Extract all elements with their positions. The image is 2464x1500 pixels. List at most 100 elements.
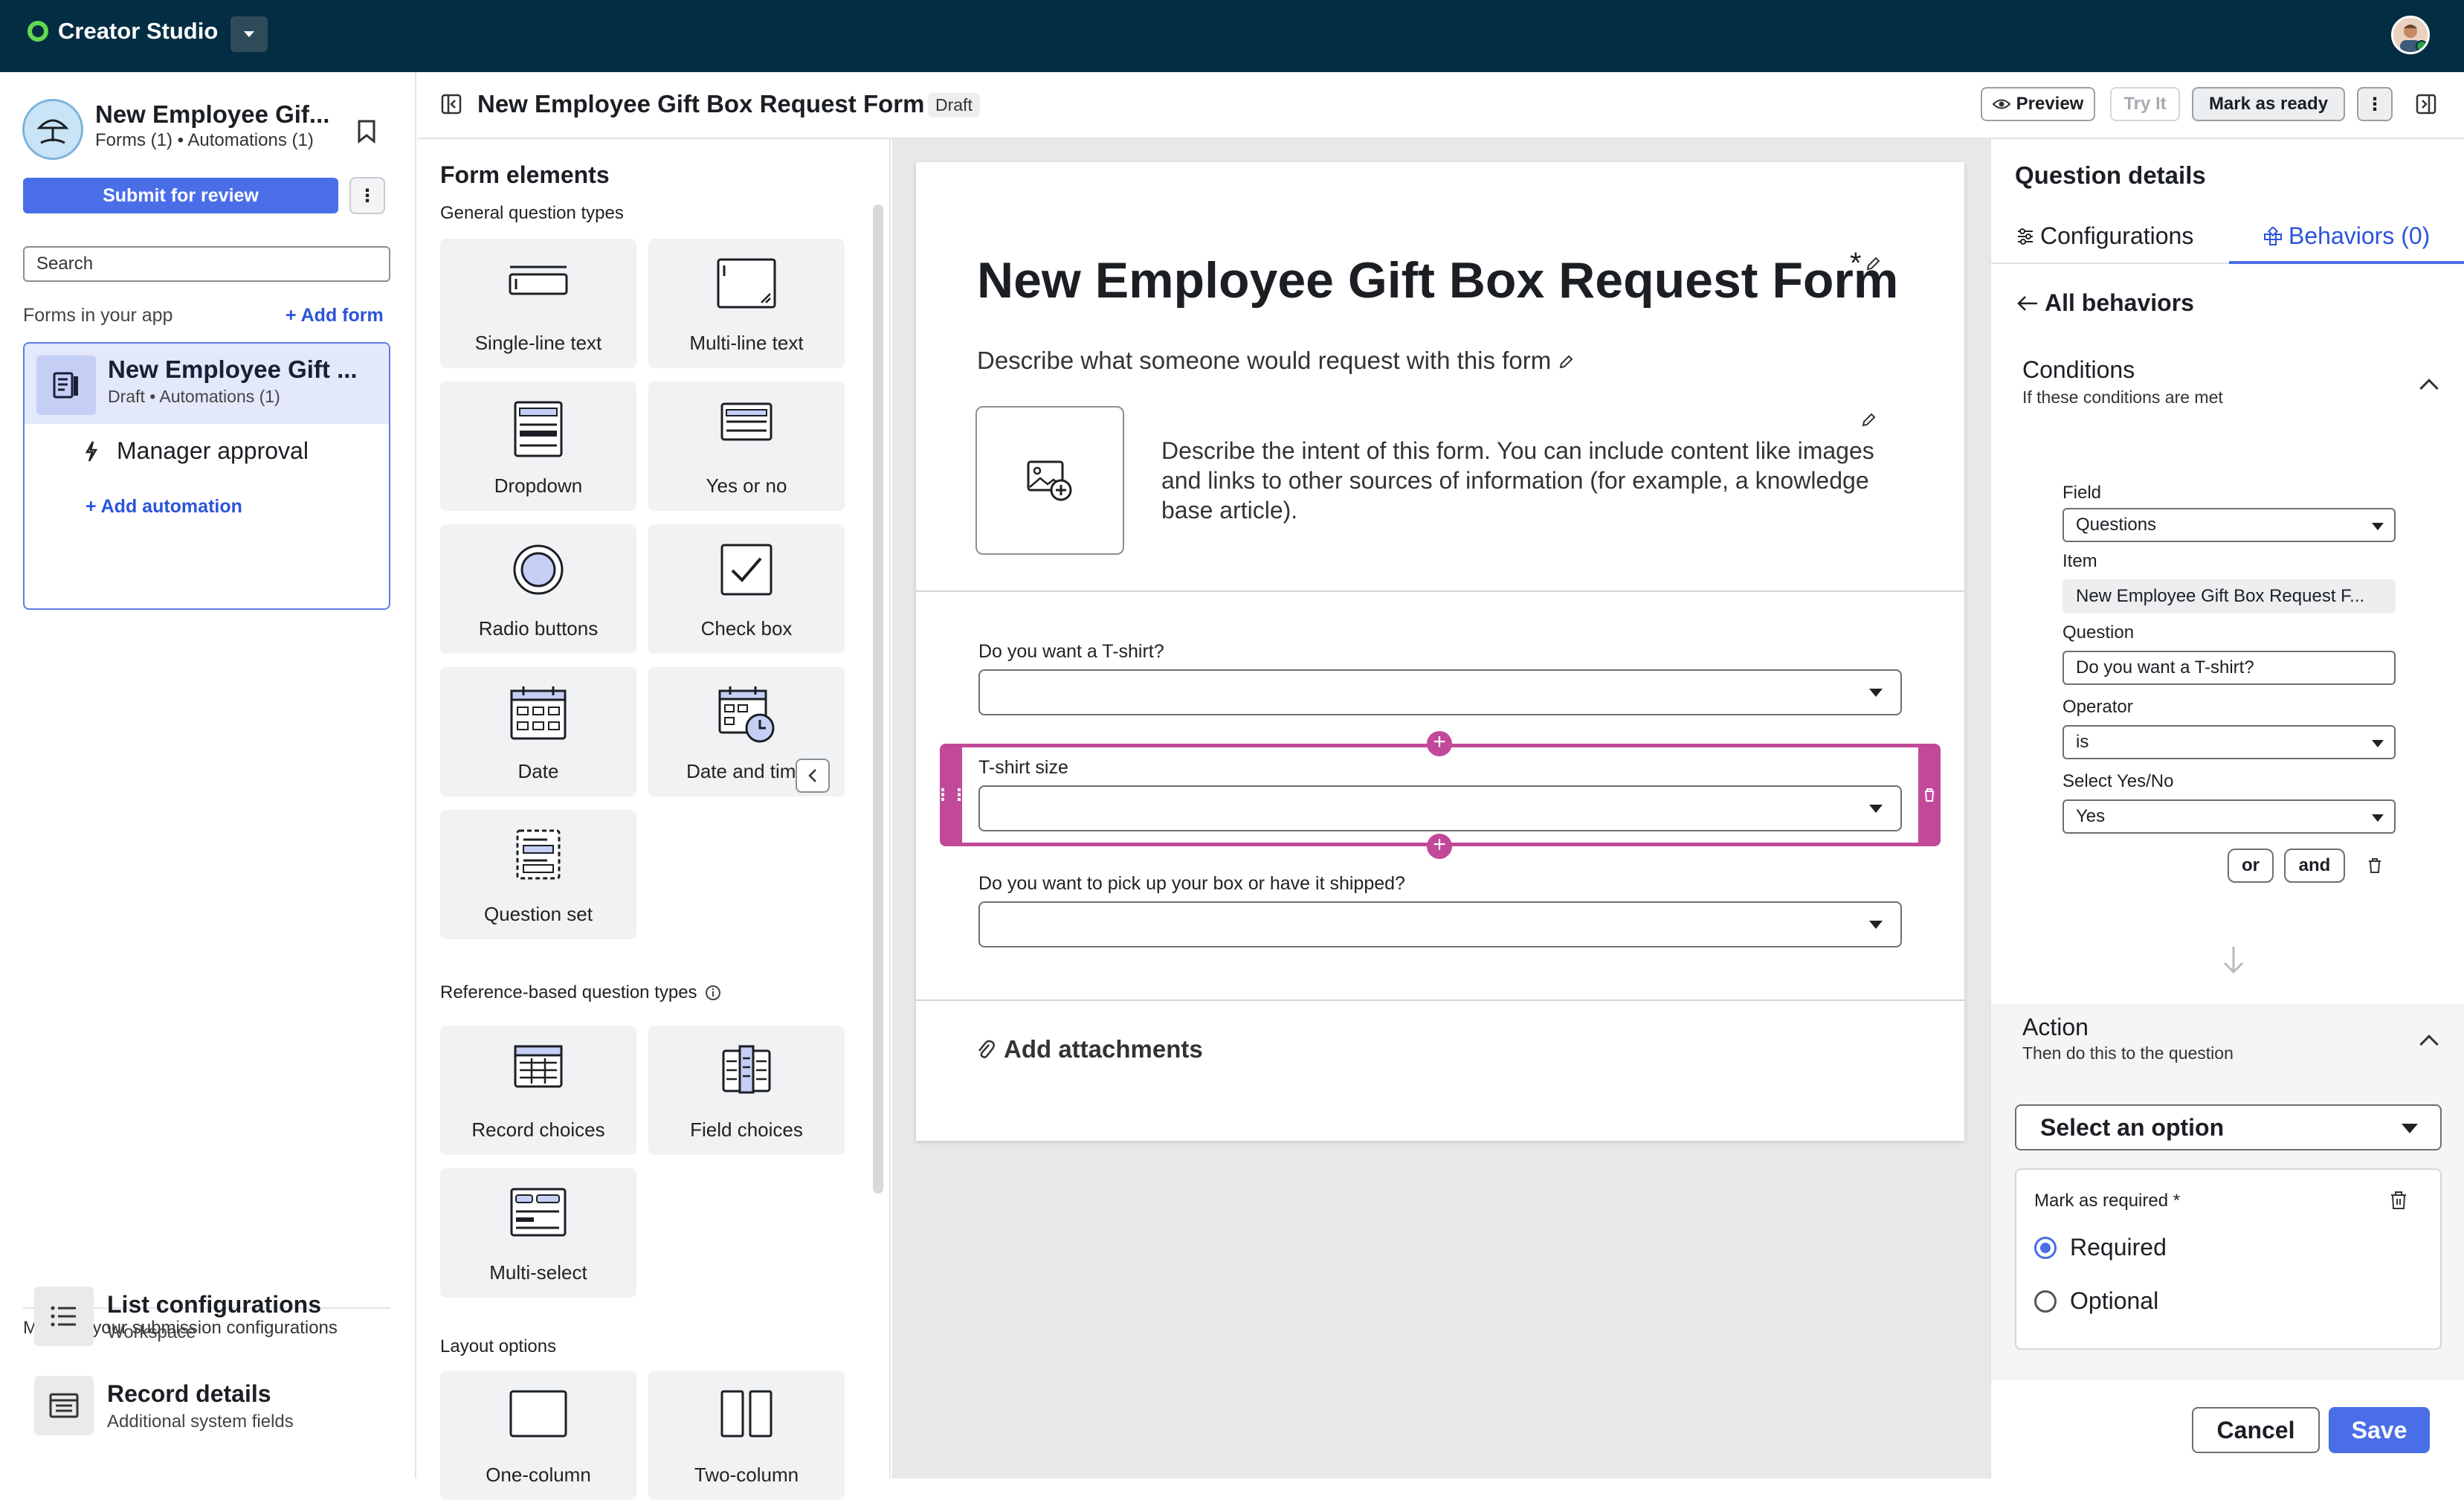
behaviors-icon <box>2264 226 2282 245</box>
chevron-down-icon <box>244 31 254 37</box>
tile-check-box[interactable]: Check box <box>648 524 845 654</box>
question-field[interactable]: Do you want a T-shirt? <box>2063 651 2396 685</box>
toggle-right-panel-icon[interactable] <box>2415 93 2437 115</box>
yes-no-select[interactable]: Yes <box>2063 799 2396 834</box>
tab-behaviors[interactable]: Behaviors (0) <box>2263 222 2430 250</box>
tile-label: Multi-select <box>489 1261 587 1284</box>
question-dropdown[interactable] <box>978 669 1902 715</box>
action-title: Action <box>2022 1014 2089 1040</box>
status-badge: Draft <box>928 93 980 118</box>
radio-button-icon <box>513 544 564 595</box>
check-box-icon <box>720 544 773 596</box>
more-options-button[interactable]: ⋮ <box>349 177 385 214</box>
tile-radio-buttons[interactable]: Radio buttons <box>440 524 636 654</box>
tile-yes-or-no[interactable]: Yes or no <box>648 382 845 511</box>
tab-configurations[interactable]: Configurations <box>2016 222 2193 250</box>
header-more-button[interactable]: ⋮ <box>2357 87 2393 121</box>
and-button[interactable]: and <box>2284 849 2345 883</box>
yes-no-value: Yes <box>2076 806 2106 826</box>
try-it-button[interactable]: Try It <box>2110 87 2180 121</box>
pencil-icon[interactable] <box>1558 354 1574 370</box>
elements-scrollbar[interactable] <box>873 205 883 1194</box>
automation-item[interactable]: Manager approval <box>84 437 309 465</box>
field-choices-icon <box>722 1045 771 1094</box>
mark-as-ready-button[interactable]: Mark as ready <box>2192 87 2345 121</box>
search-input[interactable]: Search <box>23 246 390 282</box>
question-dropdown[interactable] <box>978 901 1902 947</box>
info-icon[interactable] <box>705 985 721 1001</box>
tile-date[interactable]: Date <box>440 667 636 796</box>
yes-no-label: Select Yes/No <box>2063 771 2174 791</box>
tile-one-column[interactable]: One-column <box>440 1371 636 1500</box>
question-label: Do you want to pick up your box or have … <box>978 873 1405 894</box>
all-behaviors-link[interactable]: All behaviors <box>2016 289 2194 317</box>
tile-question-set[interactable]: Question set <box>440 810 636 939</box>
submit-for-review-button[interactable]: Submit for review <box>23 178 338 213</box>
eye-icon <box>1992 99 2010 109</box>
field-label: Field <box>2063 483 2102 503</box>
required-radio-option[interactable]: Required <box>2034 1234 2167 1261</box>
radio-unselected[interactable] <box>2034 1290 2057 1313</box>
add-attachments-label: Add attachments <box>1004 1035 1203 1063</box>
bookmark-icon[interactable] <box>357 120 376 144</box>
tile-label: One-column <box>486 1464 591 1486</box>
tile-label: Record choices <box>471 1118 605 1141</box>
collapse-conditions-icon[interactable] <box>2419 379 2439 398</box>
list-configurations-item[interactable]: List configurations Workspace <box>34 1287 391 1353</box>
tile-multi-select[interactable]: Multi-select <box>440 1168 636 1298</box>
add-image-icon <box>1027 460 1072 501</box>
add-attachments-button[interactable]: Add attachments <box>975 1035 1203 1063</box>
preview-button[interactable]: Preview <box>1981 87 2095 121</box>
action-select[interactable]: Select an option <box>2015 1104 2442 1150</box>
cancel-button[interactable]: Cancel <box>2192 1407 2320 1453</box>
tile-field-choices[interactable]: Field choices <box>648 1026 845 1155</box>
config-sub: Workspace <box>107 1322 196 1342</box>
tile-single-line-text[interactable]: Single-line text <box>440 239 636 368</box>
tile-label: Two-column <box>694 1464 799 1486</box>
trash-icon[interactable] <box>2390 1191 2407 1210</box>
save-button[interactable]: Save <box>2329 1407 2430 1453</box>
selected-form-item[interactable]: New Employee Gift ... Draft • Automation… <box>25 344 389 424</box>
active-tab-indicator <box>2229 261 2464 264</box>
tile-dropdown[interactable]: Dropdown <box>440 382 636 511</box>
action-select-value: Select an option <box>2040 1113 2225 1141</box>
form-doc-icon <box>36 355 96 415</box>
tile-multi-line-text[interactable]: Multi-line text <box>648 239 845 368</box>
tile-record-choices[interactable]: Record choices <box>440 1026 636 1155</box>
record-details-item[interactable]: Record details Additional system fields <box>34 1376 391 1443</box>
form-title[interactable]: New Employee Gift Box Request Form <box>977 251 1898 309</box>
form-description[interactable]: Describe what someone would request with… <box>977 347 1574 375</box>
field-select[interactable]: Questions <box>2063 508 2396 542</box>
page-title: New Employee Gift Box Request Form <box>477 90 925 118</box>
insert-below-button[interactable]: + <box>1427 834 1452 859</box>
add-automation-link[interactable]: + Add automation <box>86 496 242 518</box>
drag-handle-icon[interactable]: ⋮⋮ <box>935 744 967 846</box>
toggle-left-panel-icon[interactable] <box>440 93 462 115</box>
caret-down-icon <box>2402 1124 2418 1133</box>
layout-options-label: Layout options <box>440 1336 557 1356</box>
question-set-icon <box>516 829 561 880</box>
brand[interactable]: Creator Studio <box>27 18 218 45</box>
app-switcher-button[interactable] <box>230 16 268 52</box>
tile-two-column[interactable]: Two-column <box>648 1371 845 1500</box>
radio-selected[interactable] <box>2034 1236 2057 1259</box>
selected-question-frame[interactable] <box>940 744 1941 846</box>
item-label: Item <box>2063 551 2097 571</box>
list-icon <box>34 1287 94 1346</box>
optional-radio-option[interactable]: Optional <box>2034 1287 2158 1315</box>
operator-select[interactable]: is <box>2063 725 2396 759</box>
form-intent[interactable]: Describe the intent of this form. You ca… <box>1161 436 1875 525</box>
collapse-panel-button[interactable] <box>796 759 830 793</box>
add-form-link[interactable]: + Add form <box>286 305 384 326</box>
trash-icon[interactable] <box>2367 857 2382 874</box>
pencil-icon[interactable] <box>1865 256 1881 272</box>
add-image-button[interactable] <box>975 406 1124 555</box>
single-line-text-icon <box>509 265 568 295</box>
delete-question-button[interactable] <box>1918 744 1941 846</box>
avatar[interactable] <box>2391 16 2430 54</box>
or-button[interactable]: or <box>2228 849 2274 883</box>
insert-above-button[interactable]: + <box>1427 731 1452 756</box>
pencil-icon[interactable] <box>1860 412 1877 428</box>
reference-types-label: Reference-based question types <box>440 982 721 1003</box>
operator-value: is <box>2076 732 2089 752</box>
